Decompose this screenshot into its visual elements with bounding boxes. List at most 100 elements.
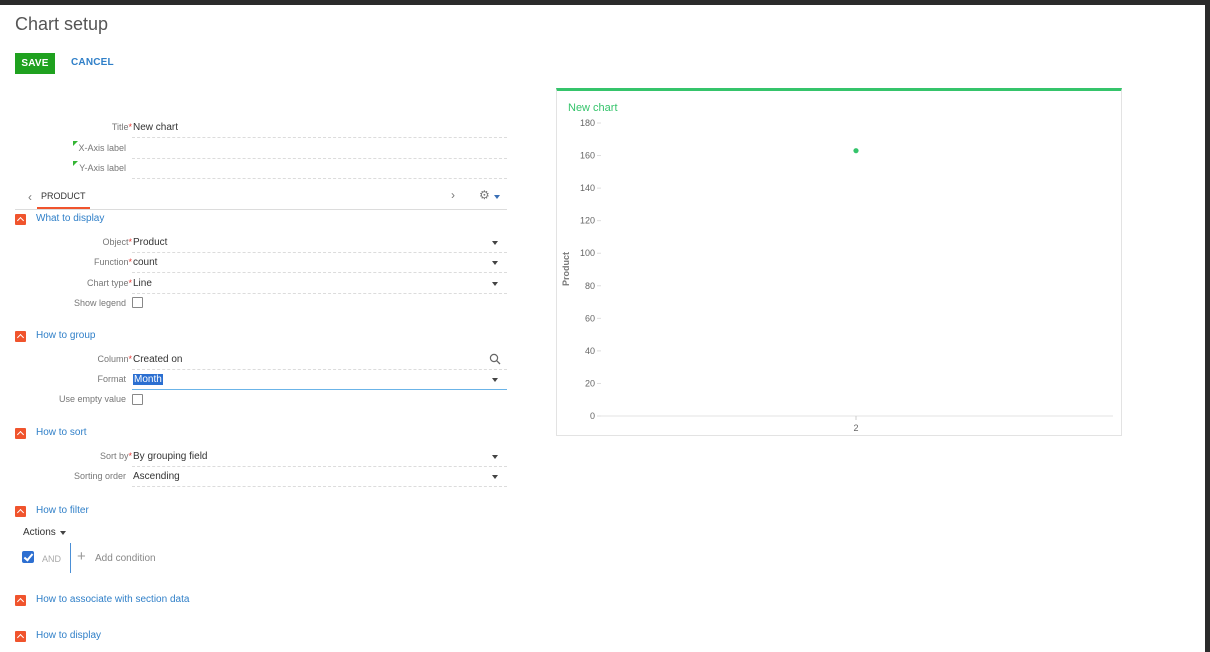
add-condition-link[interactable]: Add condition [95,553,156,564]
chart-type-value: Line [133,278,152,289]
section-how-to-filter[interactable]: How to filter [15,505,215,520]
object-value: Product [133,237,168,248]
save-button[interactable]: SAVE [15,53,55,74]
filter-actions-button[interactable]: Actions [23,527,56,538]
y-axis-label: Y-Axis label [79,163,126,173]
filter-group-divider [70,543,71,573]
show-legend-row: Show legend [15,294,507,314]
sort-by-row: Sort by* By grouping field [15,447,507,467]
localizable-marker-icon [73,141,78,146]
chart-title: New chart [568,102,618,114]
sorting-order-select[interactable]: Ascending [132,467,507,487]
y-tick-label: 20 [585,378,595,388]
display-field-partial[interactable] [132,648,507,652]
y-tick-label: 160 [580,151,595,161]
search-icon[interactable] [489,353,501,365]
y-tick-label: 80 [585,281,595,291]
filter-group-and-label[interactable]: AND [42,554,61,564]
window-edge [1205,0,1210,652]
data-point [853,148,859,154]
title-row: Title* New chart [15,118,507,138]
collapse-icon[interactable] [15,214,26,225]
filter-group-checkbox[interactable] [22,551,34,563]
chevron-down-icon[interactable] [494,195,500,199]
chart-preview: New chart 0 20 40 60 80 100 120 140 160 180 Product… [556,88,1122,436]
section-label[interactable]: How to filter [36,505,89,516]
sorting-order-value: Ascending [133,471,180,482]
chart-type-label: Chart type [86,278,129,288]
object-select[interactable]: Product [132,233,507,253]
y-axis-field[interactable] [132,159,507,179]
show-legend-label: Show legend [73,298,126,308]
plus-icon[interactable]: + [77,548,86,565]
function-label: Function [93,257,129,267]
y-tick-label: 100 [580,248,595,258]
section-label[interactable]: How to associate with section data [36,594,189,605]
chevron-down-icon[interactable] [492,475,498,479]
section-how-to-associate[interactable]: How to associate with section data [15,594,265,609]
use-empty-value-row: Use empty value [15,390,507,410]
chevron-down-icon[interactable] [492,261,498,265]
use-empty-value-checkbox[interactable] [132,394,143,405]
chart-type-select[interactable]: Line [132,274,507,294]
column-row: Column* Created on [15,350,507,370]
y-axis-title: Product [561,252,571,286]
format-label: Format [97,374,126,384]
section-label[interactable]: How to group [36,330,95,341]
object-label: Object [102,237,129,247]
title-field[interactable]: New chart [132,118,507,138]
column-value: Created on [133,354,183,365]
section-how-to-display[interactable]: How to display [15,630,215,645]
format-select[interactable]: Month [132,370,507,390]
section-how-to-sort[interactable]: How to sort [15,427,215,442]
sort-by-value: By grouping field [133,451,208,462]
gear-icon[interactable]: ⚙ [479,188,490,202]
chevron-down-icon[interactable] [492,282,498,286]
section-label[interactable]: What to display [36,213,104,224]
chevron-down-icon[interactable] [492,241,498,245]
section-label[interactable]: How to sort [36,427,87,438]
chevron-down-icon[interactable] [492,455,498,459]
section-label[interactable]: How to display [36,630,101,641]
x-axis-row: X-Axis label [15,139,507,159]
y-tick-label: 40 [585,346,595,356]
chevron-down-icon[interactable] [60,531,66,535]
x-tick-label: 2 [853,423,858,433]
collapse-icon[interactable] [15,331,26,342]
y-axis-row: Y-Axis label [15,159,507,179]
chevron-left-icon[interactable]: ‹ [28,190,32,204]
chevron-right-icon[interactable]: › [451,188,455,202]
function-row: Function* count [15,253,507,273]
column-lookup[interactable]: Created on [132,350,507,370]
collapse-icon[interactable] [15,428,26,439]
y-tick-label: 140 [580,183,595,193]
x-axis-field[interactable] [132,139,507,159]
cancel-button[interactable]: CANCEL [71,57,114,68]
sorting-order-row: Sorting order Ascending [15,467,507,487]
section-what-to-display[interactable]: What to display [15,213,215,228]
y-tick-label: 60 [585,313,595,323]
collapse-icon[interactable] [15,631,26,642]
y-tick-label: 120 [580,216,595,226]
y-tick-label: 0 [590,411,595,421]
function-select[interactable]: count [132,253,507,273]
section-how-to-group[interactable]: How to group [15,330,215,345]
show-legend-checkbox[interactable] [132,297,143,308]
column-label: Column [97,354,129,364]
chart-setup-page: Chart setup SAVE CANCEL Title* New chart… [0,5,1205,652]
page-title: Chart setup [15,14,109,34]
sorting-order-label: Sorting order [73,471,126,481]
sort-by-label: Sort by [99,451,129,461]
tab-product[interactable]: PRODUCT [41,191,86,207]
chart-type-row: Chart type* Line [15,274,507,294]
collapse-icon[interactable] [15,595,26,606]
format-row: Format Month [15,370,507,390]
collapse-icon[interactable] [15,506,26,517]
sort-by-select[interactable]: By grouping field [132,447,507,467]
chevron-down-icon[interactable] [492,378,498,382]
y-tick-label: 180 [580,118,595,128]
series-tab-bar: ‹ PRODUCT › ⚙ [15,185,507,210]
function-value: count [133,257,158,268]
active-tab-indicator [37,207,90,209]
chart-canvas: New chart 0 20 40 60 80 100 120 140 160 180 Product… [561,102,1113,433]
